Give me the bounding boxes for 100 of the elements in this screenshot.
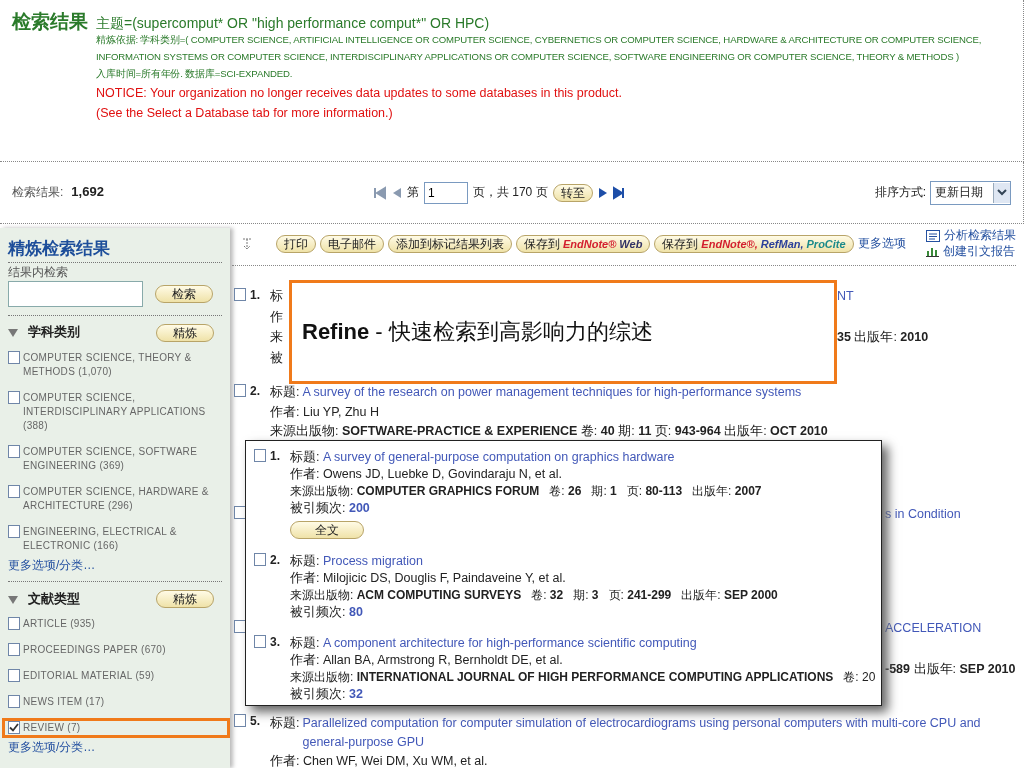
facet-title: 学科类别 xyxy=(28,324,81,342)
field-label: 标题: xyxy=(270,715,300,732)
record-text: 标 xyxy=(270,289,283,303)
cited-count-link[interactable]: 32 xyxy=(348,687,363,701)
field-label: 标题: xyxy=(290,636,320,650)
checkbox[interactable] xyxy=(8,617,20,631)
collapse-triangle-icon[interactable] xyxy=(8,593,18,605)
search-button[interactable]: 检索 xyxy=(155,284,213,303)
callout-text: Refine - 快速检索到高影响力的综述 xyxy=(302,317,653,346)
title-link[interactable]: ACCELERATION xyxy=(885,620,1016,641)
facet-title: 文献类型 xyxy=(28,590,81,608)
last-page-icon[interactable] xyxy=(612,185,625,200)
first-page-icon[interactable] xyxy=(373,185,386,200)
facet-option[interactable]: PROCEEDINGS PAPER (670) xyxy=(23,643,166,658)
refine-text: 精炼依据: 学科类别=( COMPUTER SCIENCE, ARTIFICIAL INTELLIGENCE OR COMPUTER SCIENCE, CYBERNETICS OR COMPUTER SCIENCE, HARDWARE & ARCHITECTURE OR COMPUTER SCIENCE, INFORMATION SYSTEMS OR COMPUTER SCIENCE, INTERDISCIPLINARY APPLICATIONS OR COMPUTER SCIENCE, SOFTWARE ENGINEERING OR COMPUTER SCIENCE, THEORY & METHODS ) xyxy=(96,33,983,64)
save-button[interactable]: 保存到 EndNote®, RefMan, ProCite xyxy=(654,234,854,253)
checkbox[interactable] xyxy=(8,669,20,683)
title-link[interactable]: s in Condition xyxy=(885,506,1016,527)
next-page-icon[interactable] xyxy=(597,185,608,200)
checkbox[interactable] xyxy=(234,288,246,301)
checkbox[interactable] xyxy=(234,384,246,397)
facet-option[interactable]: REVIEW (7) xyxy=(23,721,81,736)
title-link[interactable]: A component architecture for high-performance scientific computing xyxy=(319,636,697,650)
checkbox[interactable] xyxy=(8,390,20,404)
facet-option[interactable]: ARTICLE (935) xyxy=(23,617,96,632)
record-number: 2. xyxy=(270,553,281,569)
facet-option[interactable]: NEWS ITEM (17) xyxy=(23,695,105,710)
checkbox[interactable] xyxy=(234,506,246,519)
search-field[interactable] xyxy=(8,280,143,307)
record-text: 作者: Chen WF, Wei DM, Xu WM, et al. xyxy=(270,754,488,768)
query-text: 主题=(supercomput* OR "high performance comput*" OR HPC) xyxy=(96,14,491,33)
author-line: 作者: Milojicic DS, Douglis F, Paindaveine Y, et al. xyxy=(290,570,567,587)
record-number: 3. xyxy=(270,635,281,651)
author-line: 作者: Allan BA, Armstrong R, Bernholdt DE, et al. xyxy=(290,652,564,669)
record-text: 35 出版年: 2010 xyxy=(837,329,930,346)
title-link[interactable]: Parallelized computation for computer simulation of electrocardiograms using personal computers with multi-core CPU and general-purpose GPU xyxy=(302,714,1016,752)
report-link[interactable]: 创建引文报告 xyxy=(925,243,1016,260)
facet-option[interactable]: ENGINEERING, ELECTRICAL & ELECTRONIC (166) xyxy=(23,524,219,553)
cited-count-link[interactable]: 200 xyxy=(348,501,370,515)
refine-button[interactable]: 精炼 xyxy=(156,323,214,342)
record-text: -589 出版年: SEP 2010 xyxy=(885,660,1016,678)
facet-option[interactable]: COMPUTER SCIENCE, HARDWARE & ARCHITECTURE (296) xyxy=(23,484,219,513)
facet-option[interactable]: COMPUTER SCIENCE, INTERDISCIPLINARY APPLICATIONS (388) xyxy=(23,390,219,433)
page-title: 检索结果 xyxy=(12,10,88,34)
field-label: 标题: xyxy=(290,554,320,568)
sort-label: 排序方式: xyxy=(874,184,926,201)
toolbar-button[interactable]: 添加到标记结果列表 xyxy=(388,234,512,253)
cited-count-link[interactable]: 80 xyxy=(348,605,363,619)
record-text: 被 xyxy=(270,350,283,365)
checkbox[interactable] xyxy=(8,484,20,498)
title-link[interactable]: Process migration xyxy=(319,554,423,568)
checkbox[interactable] xyxy=(8,444,20,458)
checkbox[interactable] xyxy=(8,643,20,657)
toolbar-button[interactable]: 打印 xyxy=(276,234,316,253)
facet-option[interactable]: EDITORIAL MATERIAL (59) xyxy=(23,669,155,684)
checkbox[interactable] xyxy=(8,721,20,735)
field-label: 标题: xyxy=(290,450,320,464)
checkbox[interactable] xyxy=(8,695,20,709)
author-line: 作者: Owens JD, Luebke D, Govindaraju N, et al. xyxy=(290,466,563,483)
title-link[interactable]: A survey of the research on power management techniques for high-performance systems xyxy=(302,384,802,401)
checkbox[interactable] xyxy=(254,449,266,462)
more-options-link[interactable]: 更多选项/分类… xyxy=(8,740,96,755)
checkbox[interactable] xyxy=(254,553,266,566)
record-number: 1. xyxy=(250,288,261,304)
record-text: 来 xyxy=(270,330,283,344)
source-line: 来源出版物: ACM COMPUTING SURVEYS 卷: 32 期: 3 页: 241-299 出版年: SEP 2000 xyxy=(290,587,778,604)
checkbox[interactable] xyxy=(254,635,266,648)
bar-chart-icon xyxy=(925,245,939,258)
collapse-triangle-icon[interactable] xyxy=(8,327,18,339)
source-line: 来源出版物: COMPUTER GRAPHICS FORUM 卷: 26 期: 1 页: 80-113 出版年: 2007 xyxy=(290,483,762,500)
record-number: 2. xyxy=(250,384,261,400)
facet-option[interactable]: COMPUTER SCIENCE, THEORY & METHODS (1,070) xyxy=(23,350,219,379)
toolbar-button[interactable]: 电子邮件 xyxy=(320,234,384,253)
refine-button[interactable]: 精炼 xyxy=(156,590,214,609)
record-number: 1. xyxy=(270,449,281,465)
page-field[interactable]: 1 xyxy=(423,181,468,204)
save-button[interactable]: 保存到 EndNote® Web xyxy=(516,234,651,253)
title-link[interactable]: NT xyxy=(837,288,1016,309)
more-options-link[interactable]: 更多选项/分类… xyxy=(8,557,96,572)
checkbox[interactable] xyxy=(234,714,246,727)
record-text: 作者: Liu YP, Zhu H xyxy=(270,404,379,419)
checkbox[interactable] xyxy=(8,524,20,538)
cited-label: 被引频次: xyxy=(290,605,347,619)
cited-label: 被引频次: xyxy=(290,687,347,701)
go-button[interactable]: 转至 xyxy=(552,183,593,202)
caret-icon xyxy=(997,189,1007,196)
results-label: 检索结果: xyxy=(12,184,64,201)
page-total: 页，共 170 页 xyxy=(472,184,548,201)
report-link[interactable]: 分析检索结果 xyxy=(925,227,1016,244)
title-link[interactable]: A survey of general-purpose computation on graphics hardware xyxy=(319,450,675,464)
more-options-link[interactable]: 更多选项 xyxy=(857,235,906,252)
source-line: 来源出版物: INTERNATIONAL JOURNAL OF HIGH PERFORMANCE COMPUTING APPLICATIONS 卷: 20 xyxy=(290,669,876,686)
full-text-button[interactable]: 全文 xyxy=(290,521,364,539)
facet-option[interactable]: COMPUTER SCIENCE, SOFTWARE ENGINEERING (369) xyxy=(23,444,219,473)
checkbox[interactable] xyxy=(234,620,246,633)
search-label: 结果内检索 xyxy=(8,265,69,281)
sort-dropdown[interactable]: 更新日期 xyxy=(930,180,1011,205)
notice-text: NOTICE: Your organization no longer receives data updates to some databases in this product. xyxy=(96,84,623,102)
record-number: 5. xyxy=(250,714,261,730)
checkbox[interactable] xyxy=(8,350,20,364)
